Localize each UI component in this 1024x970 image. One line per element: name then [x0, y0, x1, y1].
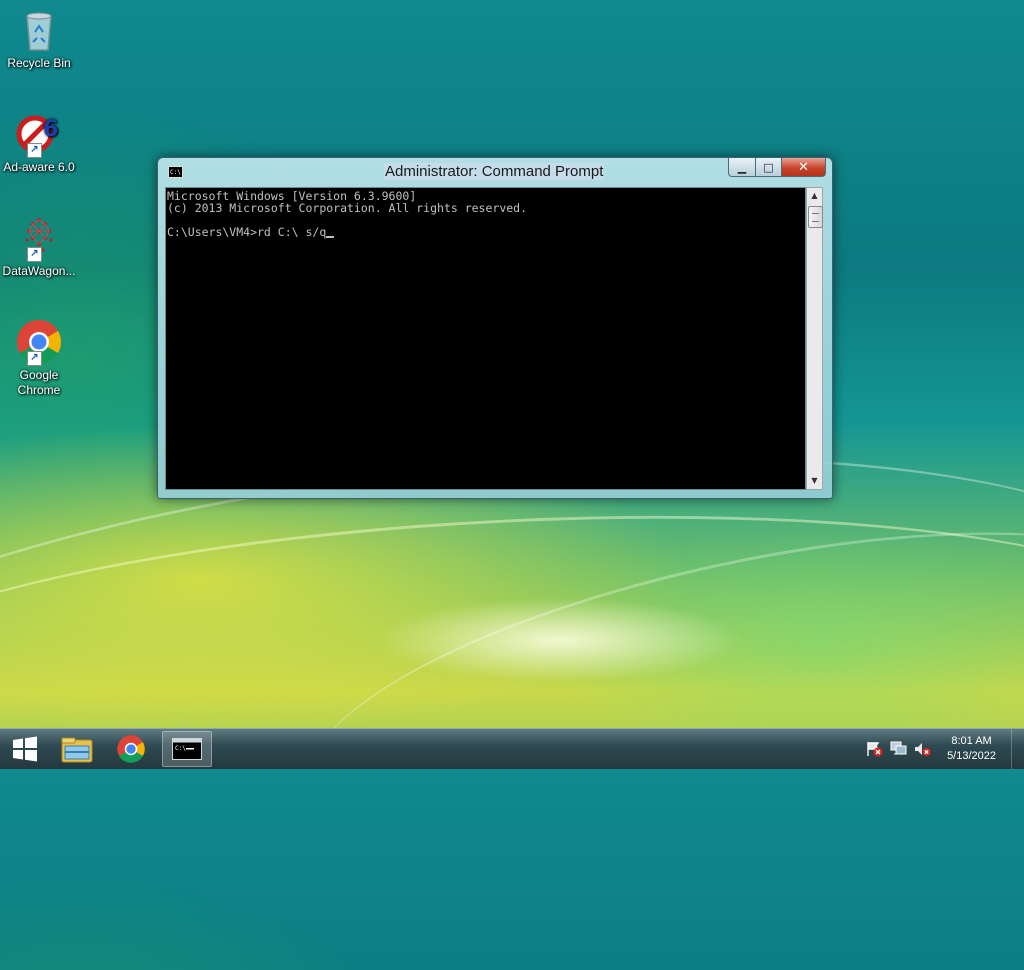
- desktop-icon-google-chrome[interactable]: ↗ Google Chrome: [2, 318, 76, 398]
- console-output[interactable]: Microsoft Windows [Version 6.3.9600] (c) …: [165, 187, 806, 490]
- window-controls: ▁ □ ✕: [728, 158, 826, 177]
- svg-text:C:\: C:\: [175, 745, 186, 752]
- desktop-icon-label: Recycle Bin: [7, 56, 71, 70]
- window-title: Administrator: Command Prompt: [384, 163, 605, 180]
- shortcut-arrow-icon: ↗: [27, 247, 42, 262]
- minimize-icon: ▁: [737, 160, 747, 174]
- taskbar: C:\ 8:01 AM 5/13/2022: [0, 728, 1024, 769]
- console-line: (c) 2013 Microsoft Corporation. All righ…: [167, 201, 528, 215]
- ad-aware-icon: 6 ↗: [15, 110, 63, 158]
- taskbar-file-explorer[interactable]: [54, 731, 100, 767]
- minimize-button[interactable]: ▁: [728, 158, 756, 177]
- shortcut-arrow-icon: ↗: [27, 143, 42, 158]
- volume-muted-icon: [915, 743, 931, 756]
- file-explorer-icon: [61, 737, 93, 763]
- maximize-icon: □: [763, 160, 774, 174]
- svg-text:6: 6: [43, 117, 58, 142]
- wallpaper-swoosh: [282, 469, 1024, 914]
- tray-volume[interactable]: [914, 741, 931, 757]
- desktop-icon-label: Google Chrome: [17, 368, 61, 397]
- show-desktop-button[interactable]: [1011, 729, 1024, 769]
- tray-network[interactable]: [890, 741, 907, 757]
- wallpaper-swoosh: [0, 483, 1024, 860]
- taskbar-chrome[interactable]: [108, 731, 154, 767]
- taskbar-command-prompt[interactable]: C:\: [162, 731, 212, 767]
- chrome-icon: ↗: [15, 318, 63, 366]
- title-bar[interactable]: C:\ Administrator: Command Prompt ▁ □ ✕: [158, 158, 832, 186]
- desktop-icon-recycle-bin[interactable]: Recycle Bin: [2, 6, 76, 71]
- desktop-icon-label: Ad-aware 6.0: [3, 160, 75, 174]
- start-icon: [13, 736, 37, 762]
- command-prompt-icon: C:\: [172, 738, 202, 760]
- scroll-down-button[interactable]: ▼: [807, 473, 822, 489]
- console-command: C:\Users\VM4>rd C:\ s/q: [167, 225, 327, 239]
- maximize-button[interactable]: □: [756, 158, 782, 177]
- close-icon: ✕: [798, 159, 809, 175]
- shortcut-arrow-icon: ↗: [27, 351, 42, 366]
- desktop-icon-ad-aware[interactable]: 6 ↗ Ad-aware 6.0: [2, 110, 76, 175]
- clock-date: 5/13/2022: [947, 750, 996, 762]
- vertical-scrollbar[interactable]: ▲ ▼: [806, 187, 823, 490]
- console-prompt-line: C:\Users\VM4>rd C:\ s/q: [167, 226, 805, 238]
- tray-action-center[interactable]: [866, 741, 883, 757]
- scroll-thumb[interactable]: [808, 206, 823, 228]
- desktop-icon-label: DataWagon...: [2, 264, 76, 278]
- recycle-bin-icon: [15, 6, 63, 54]
- command-prompt-icon[interactable]: C:\: [168, 166, 183, 178]
- start-button[interactable]: [2, 731, 48, 767]
- datawagon-icon: ↗: [15, 214, 63, 262]
- clock-time: 8:01 AM: [951, 735, 992, 747]
- system-clock[interactable]: 8:01 AM 5/13/2022: [947, 734, 996, 764]
- desktop-icon-datawagon[interactable]: ↗ DataWagon...: [2, 214, 76, 279]
- scroll-up-button[interactable]: ▲: [807, 188, 822, 204]
- close-button[interactable]: ✕: [782, 158, 826, 177]
- command-prompt-window[interactable]: C:\ Administrator: Command Prompt ▁ □ ✕ …: [157, 157, 833, 499]
- text-cursor: [326, 236, 335, 238]
- network-icon: [890, 741, 907, 755]
- chrome-icon: [117, 735, 145, 763]
- action-center-icon: [867, 742, 883, 757]
